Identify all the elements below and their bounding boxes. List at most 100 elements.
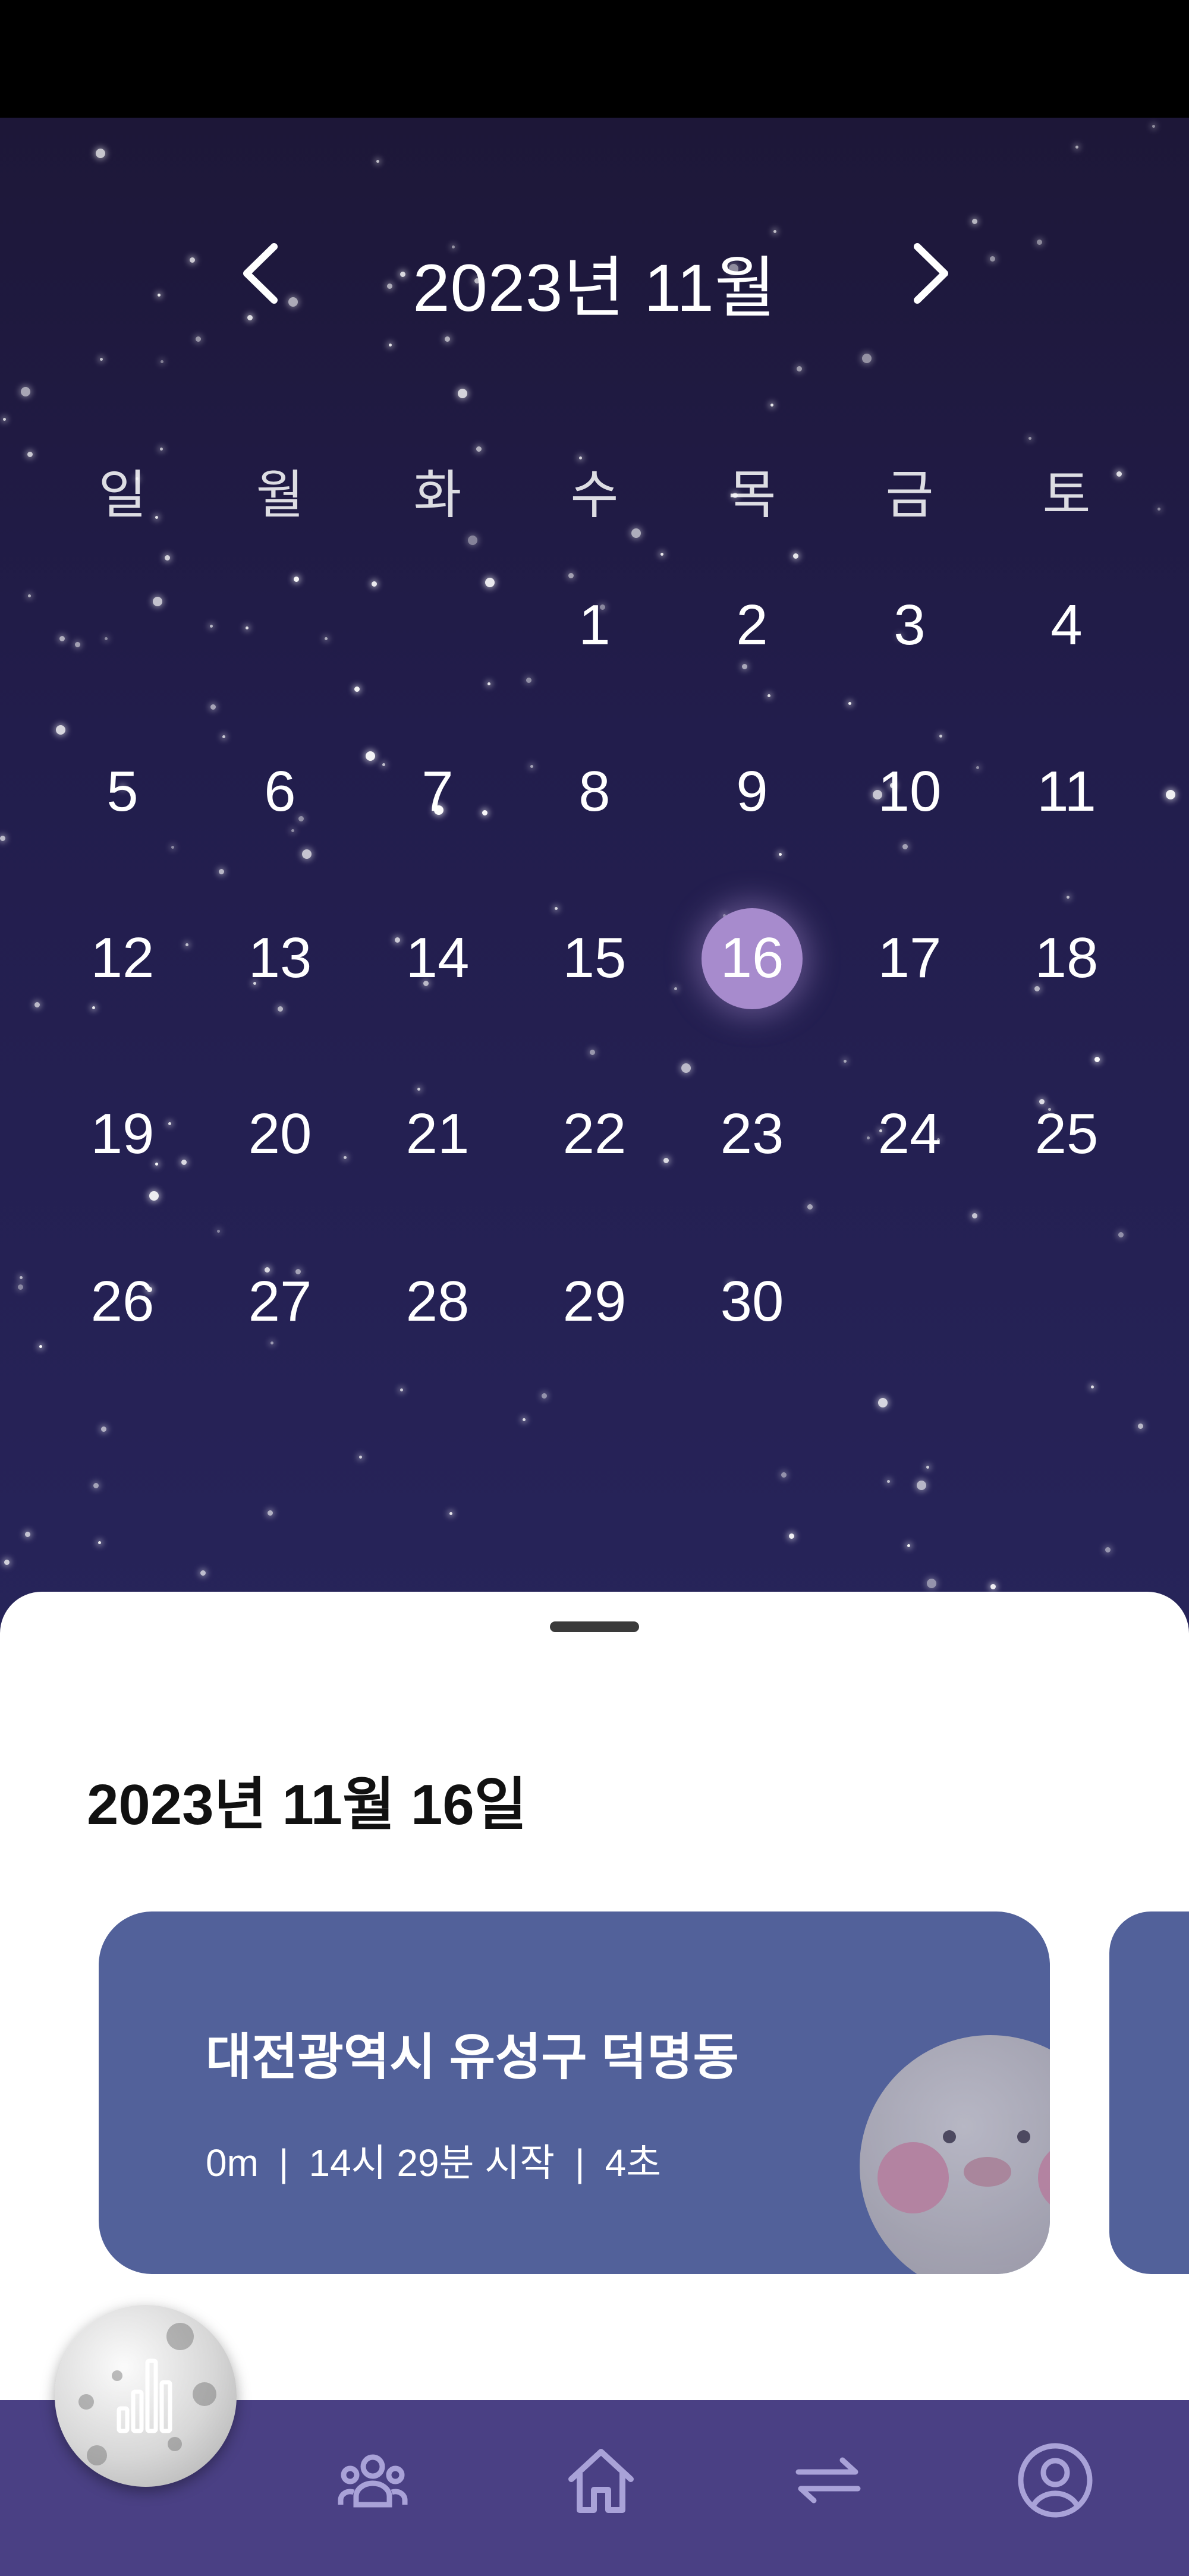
- star-decoration: [28, 594, 31, 597]
- star-decoration: [34, 1002, 40, 1007]
- calendar-day[interactable]: 23: [693, 1092, 811, 1176]
- calendar-day[interactable]: 7: [378, 750, 497, 833]
- night-sky-background: [0, 118, 1189, 1663]
- calendar-day[interactable]: 2: [693, 584, 811, 667]
- star-decoration: [555, 907, 558, 910]
- chevron-right-icon: [914, 243, 948, 304]
- month-title: 2023년 11월: [413, 251, 776, 325]
- star-decoration: [4, 1560, 10, 1565]
- star-decoration: [590, 1050, 595, 1055]
- calendar-day[interactable]: 21: [378, 1092, 497, 1176]
- calendar-day[interactable]: 10: [850, 750, 969, 833]
- card-location: 대전광역시 유성구 덕명동: [206, 2029, 739, 2085]
- star-decoration: [862, 354, 872, 363]
- star-decoration: [793, 553, 798, 559]
- star-decoration: [366, 751, 375, 761]
- meta-separator: |: [278, 2142, 289, 2184]
- calendar-day[interactable]: 20: [221, 1092, 339, 1176]
- meta-separator: |: [575, 2142, 585, 2184]
- calendar-day[interactable]: 15: [535, 917, 654, 1000]
- star-decoration: [468, 536, 477, 545]
- calendar-day[interactable]: 14: [378, 917, 497, 1000]
- home-icon: [568, 2449, 634, 2513]
- star-decoration: [990, 1584, 996, 1589]
- calendar-day[interactable]: 22: [535, 1092, 654, 1176]
- star-decoration: [972, 1213, 977, 1218]
- weekday-label: 화: [413, 465, 462, 524]
- mascot-icon: [860, 2035, 1050, 2274]
- star-decoration: [100, 358, 103, 361]
- star-decoration: [98, 1541, 101, 1544]
- nav-swap-button[interactable]: [784, 2436, 873, 2525]
- weekday-label: 수: [570, 465, 619, 524]
- star-decoration: [1157, 508, 1160, 511]
- walk-record-card[interactable]: 대전광역시 유성구 덕명동 0m | 14시 29분 시작 | 4초: [99, 1911, 1050, 2274]
- star-decoration: [1067, 896, 1070, 899]
- calendar-day[interactable]: 11: [1007, 750, 1126, 833]
- card-meta: 0m | 14시 29분 시작 | 4초: [206, 2133, 661, 2187]
- profile-icon: [1018, 2443, 1093, 2518]
- card-distance: 0m: [206, 2142, 259, 2184]
- next-record-card[interactable]: [1109, 1911, 1189, 2274]
- calendar-day[interactable]: 8: [535, 750, 654, 833]
- star-decoration: [458, 389, 467, 398]
- calendar-day[interactable]: 13: [221, 917, 339, 1000]
- star-decoration: [171, 846, 174, 849]
- calendar-day[interactable]: 3: [850, 584, 969, 667]
- star-decoration: [20, 1276, 23, 1279]
- star-decoration: [96, 149, 105, 158]
- star-decoration: [523, 1418, 526, 1421]
- weekday-label: 목: [728, 465, 776, 524]
- star-decoration: [302, 849, 312, 859]
- sheet-drag-handle[interactable]: [550, 1621, 639, 1632]
- star-decoration: [105, 637, 108, 640]
- calendar-day[interactable]: 4: [1007, 584, 1126, 667]
- calendar-day[interactable]: 19: [63, 1092, 182, 1176]
- calendar-day[interactable]: 1: [535, 584, 654, 667]
- calendar-day[interactable]: 17: [850, 917, 969, 1000]
- star-decoration: [196, 336, 201, 342]
- weekday-label: 월: [256, 465, 304, 524]
- star-decoration: [200, 1570, 206, 1576]
- calendar-day[interactable]: 27: [221, 1260, 339, 1343]
- star-decoration: [268, 1510, 273, 1516]
- calendar-day[interactable]: 6: [221, 750, 339, 833]
- star-decoration: [660, 553, 663, 556]
- star-decoration: [18, 1284, 23, 1290]
- star-decoration: [1075, 146, 1078, 149]
- star-decoration: [1166, 790, 1175, 799]
- calendar-day[interactable]: 28: [378, 1260, 497, 1343]
- next-month-button[interactable]: [895, 238, 967, 309]
- star-decoration: [278, 1006, 283, 1012]
- calendar-day-selected[interactable]: 16: [693, 917, 811, 1000]
- swap-icon: [795, 2457, 861, 2503]
- nav-profile-button[interactable]: [1011, 2436, 1100, 2525]
- star-decoration: [21, 387, 30, 396]
- star-decoration: [3, 418, 6, 421]
- calendar-day[interactable]: 26: [63, 1260, 182, 1343]
- star-decoration: [681, 1063, 691, 1073]
- calendar-day[interactable]: 30: [693, 1260, 811, 1343]
- calendar-day[interactable]: 25: [1007, 1092, 1126, 1176]
- calendar-day[interactable]: 24: [850, 1092, 969, 1176]
- moon-stats-button[interactable]: [55, 2305, 237, 2487]
- star-decoration: [902, 844, 908, 849]
- star-decoration: [1105, 1547, 1111, 1552]
- star-decoration: [530, 765, 533, 768]
- star-decoration: [376, 160, 379, 163]
- nav-home-button[interactable]: [556, 2436, 646, 2525]
- calendar-day[interactable]: 18: [1007, 917, 1126, 1000]
- star-decoration: [526, 678, 531, 683]
- calendar-day[interactable]: 29: [535, 1260, 654, 1343]
- star-decoration: [1138, 1424, 1143, 1429]
- calendar-day[interactable]: 5: [63, 750, 182, 833]
- star-decoration: [181, 1160, 187, 1165]
- calendar-day[interactable]: 9: [693, 750, 811, 833]
- nav-friends-button[interactable]: [328, 2436, 417, 2525]
- star-decoration: [325, 637, 328, 640]
- star-decoration: [927, 1579, 936, 1588]
- star-decoration: [185, 943, 188, 946]
- calendar-day[interactable]: 12: [63, 917, 182, 1000]
- star-decoration: [294, 577, 299, 582]
- month-header: 2023년 11월: [0, 214, 1189, 325]
